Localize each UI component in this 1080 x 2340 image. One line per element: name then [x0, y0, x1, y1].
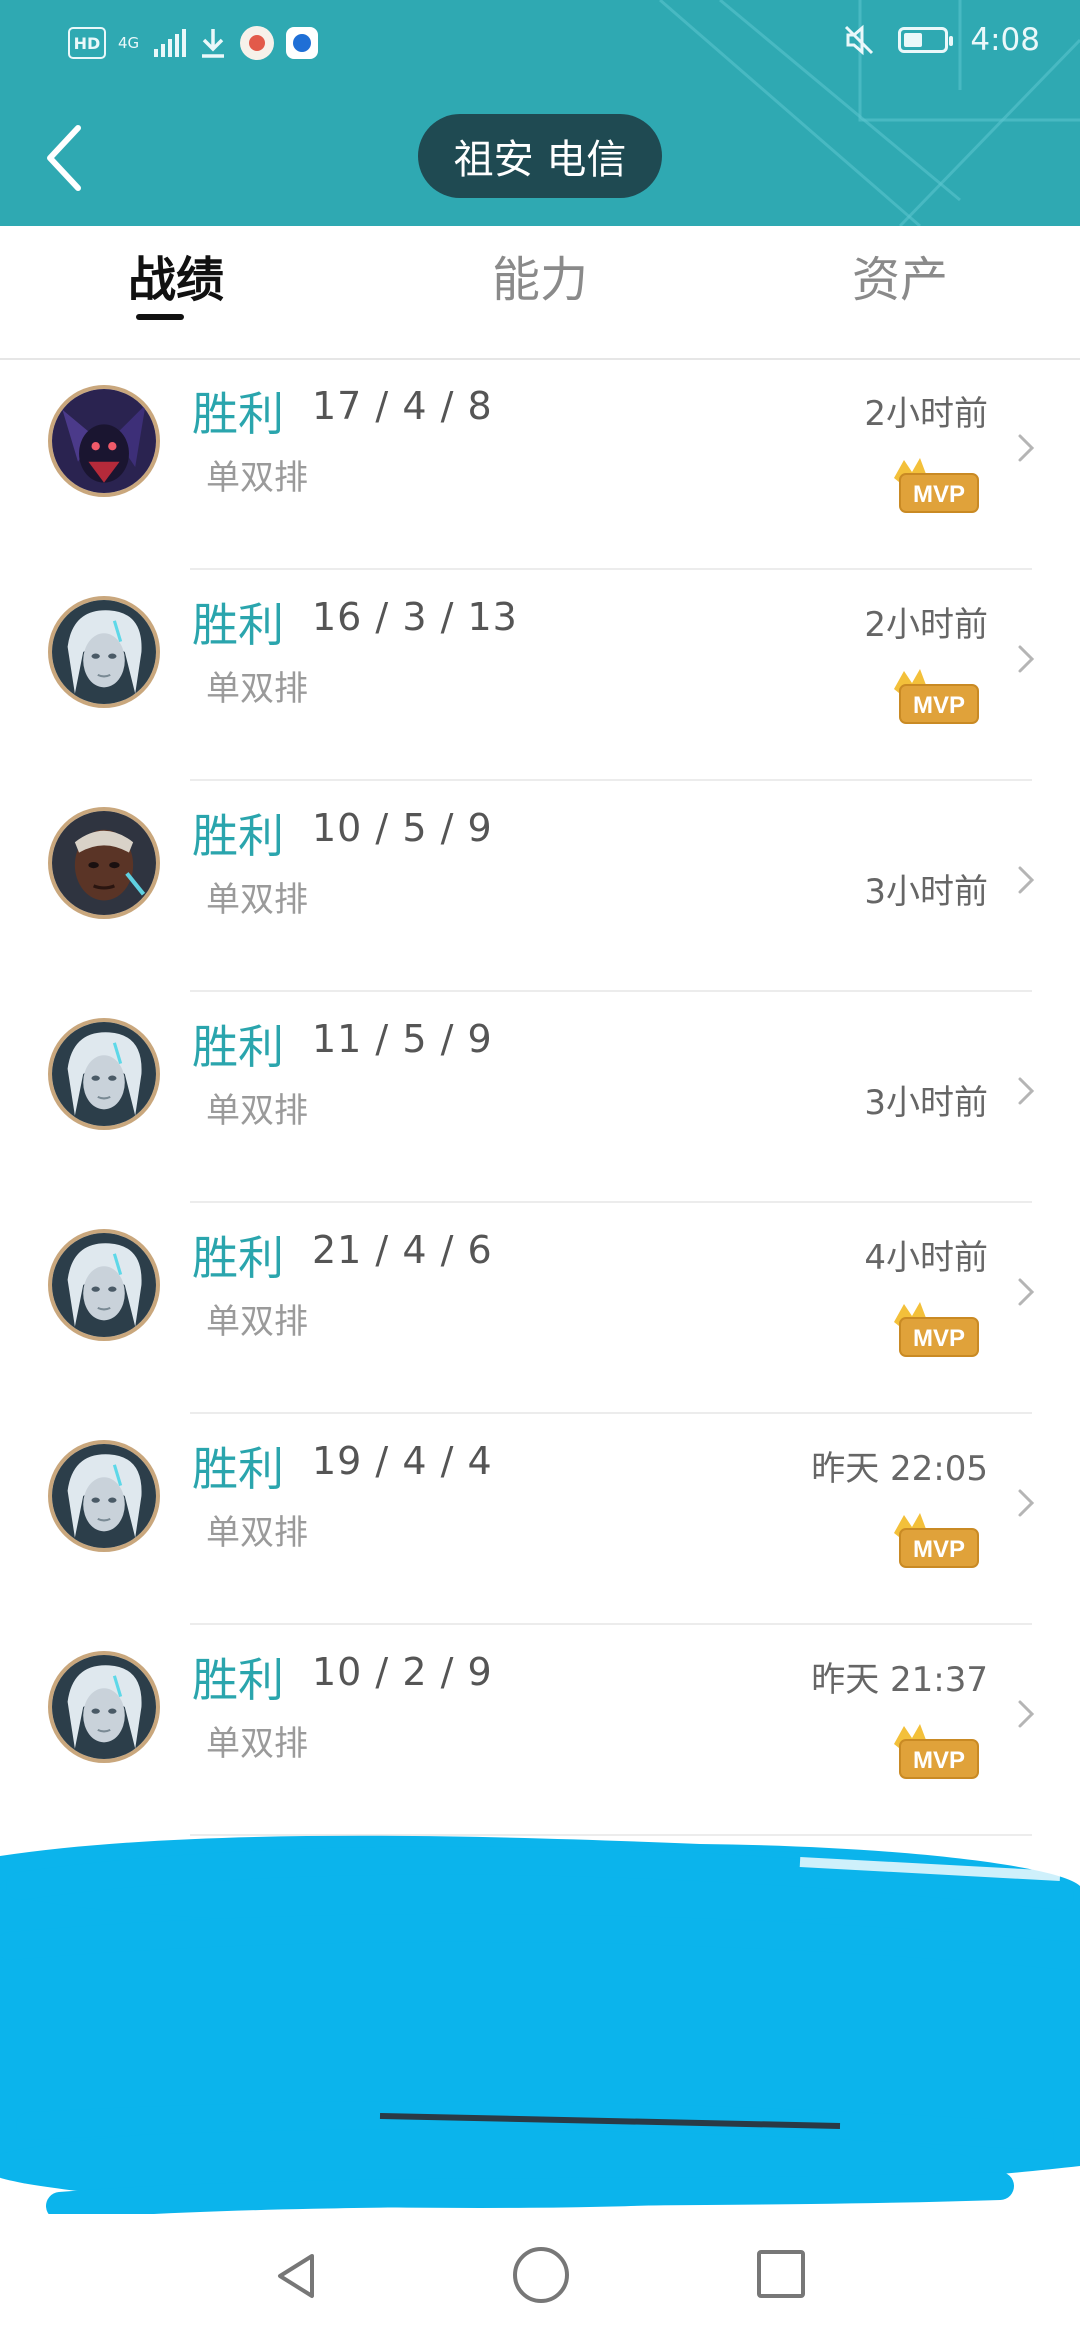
match-mode: 单双排: [206, 1513, 308, 1553]
chevron-right-icon: [1012, 860, 1040, 900]
match-time: 3小时前: [864, 1083, 988, 1123]
match-time: 4小时前: [864, 1238, 988, 1278]
match-kda: 16 / 3 / 13: [312, 595, 518, 639]
match-kda: 10 / 5 / 9: [312, 806, 493, 850]
match-kda: 17 / 4 / 8: [312, 384, 493, 428]
match-time: 昨天 21:37: [811, 1660, 988, 1700]
match-result: 胜利: [192, 1653, 284, 1707]
match-mode: 单双排: [206, 1724, 308, 1764]
match-result: 胜利: [192, 1020, 284, 1074]
back-button[interactable]: [36, 118, 96, 198]
tab-ability[interactable]: 能力: [492, 240, 588, 310]
svg-text:MVP: MVP: [913, 481, 965, 508]
white-hair-champion-avatar: [48, 1651, 160, 1763]
hd-icon: HD: [68, 27, 106, 59]
match-time: 2小时前: [864, 394, 988, 434]
chevron-right-icon: [1012, 639, 1040, 679]
match-mode: 单双排: [206, 880, 308, 920]
white-hair-champion-avatar: [48, 1229, 160, 1341]
tab-assets[interactable]: 资产: [852, 240, 948, 310]
nav-home-icon[interactable]: [510, 2244, 572, 2306]
svg-text:MVP: MVP: [913, 692, 965, 719]
match-time: 昨天 22:05: [811, 1449, 988, 1489]
app-header: HD 4G 4:08 祖安 电信: [0, 0, 1080, 226]
tab-record[interactable]: 战绩: [128, 240, 224, 310]
row-divider: [190, 568, 1032, 570]
svg-text:MVP: MVP: [913, 1325, 965, 1352]
match-kda: 10 / 2 / 9: [312, 1650, 493, 1694]
signal-icon: [154, 29, 186, 57]
nav-recent-icon[interactable]: [757, 2250, 805, 2298]
match-row[interactable]: 胜利 21 / 4 / 6 单双排 4小时前 MVP: [0, 1204, 1080, 1414]
match-result: 胜利: [192, 1442, 284, 1496]
match-row[interactable]: 胜利 10 / 5 / 9 单双排 3小时前: [0, 782, 1080, 992]
match-result: 胜利: [192, 387, 284, 441]
active-tab-indicator: [136, 314, 184, 320]
match-row[interactable]: 胜利 17 / 4 / 8 单双排 2小时前 MVP: [0, 360, 1080, 570]
row-divider: [190, 779, 1032, 781]
match-mode: 单双排: [206, 1302, 308, 1342]
match-row[interactable]: 胜利 10 / 2 / 9 单双排 昨天 21:37 MVP: [0, 1626, 1080, 1836]
dark-champion-avatar: [48, 385, 160, 497]
account-title: 祖安 电信: [418, 114, 662, 198]
mvp-badge-icon: MVP: [890, 1511, 982, 1571]
row-divider: [190, 1201, 1032, 1203]
status-time: 4:08: [970, 22, 1040, 58]
mvp-badge-icon: MVP: [890, 667, 982, 727]
mvp-badge-icon: MVP: [890, 456, 982, 516]
dark-skin-champion-avatar: [48, 807, 160, 919]
match-result: 胜利: [192, 809, 284, 863]
match-mode: 单双排: [206, 458, 308, 498]
match-row[interactable]: 胜利 11 / 5 / 9 单双排 3小时前: [0, 993, 1080, 1203]
white-hair-champion-avatar: [48, 596, 160, 708]
chevron-right-icon: [1012, 1483, 1040, 1523]
match-kda: 19 / 4 / 4: [312, 1439, 493, 1483]
match-kda: 11 / 5 / 9: [312, 1017, 493, 1061]
nav-back-icon[interactable]: [268, 2248, 324, 2304]
app-notification-icon: [286, 27, 318, 59]
match-time: 3小时前: [864, 872, 988, 912]
white-hair-champion-avatar: [48, 1018, 160, 1130]
white-hair-champion-avatar: [48, 1440, 160, 1552]
chevron-right-icon: [1012, 1694, 1040, 1734]
chevron-right-icon: [1012, 428, 1040, 468]
match-row[interactable]: 胜利 16 / 3 / 13 单双排 2小时前 MVP: [0, 571, 1080, 781]
chevron-right-icon: [1012, 1071, 1040, 1111]
match-result: 胜利: [192, 1231, 284, 1285]
network-type: 4G: [118, 33, 140, 52]
row-divider: [190, 1412, 1032, 1414]
match-result: 胜利: [192, 598, 284, 652]
match-time: 2小时前: [864, 605, 988, 645]
app-notification-icon: [240, 26, 274, 60]
match-kda: 21 / 4 / 6: [312, 1228, 493, 1272]
system-navigation-bar: [0, 2214, 1080, 2340]
row-divider: [190, 990, 1032, 992]
match-mode: 单双排: [206, 669, 308, 709]
row-divider: [190, 1623, 1032, 1625]
svg-text:MVP: MVP: [913, 1536, 965, 1563]
download-icon: [202, 29, 224, 58]
battery-icon: [898, 27, 954, 53]
match-row[interactable]: 胜利 19 / 4 / 4 单双排 昨天 22:05 MVP: [0, 1415, 1080, 1625]
status-bar: HD 4G 4:08: [0, 0, 1080, 90]
redaction-scribble: [0, 1835, 1080, 2220]
mvp-badge-icon: MVP: [890, 1722, 982, 1782]
mvp-badge-icon: MVP: [890, 1300, 982, 1360]
svg-text:MVP: MVP: [913, 1747, 965, 1774]
match-mode: 单双排: [206, 1091, 308, 1131]
chevron-right-icon: [1012, 1272, 1040, 1312]
tab-bar: 战绩 能力 资产: [0, 226, 1080, 360]
mute-icon: [845, 24, 874, 56]
